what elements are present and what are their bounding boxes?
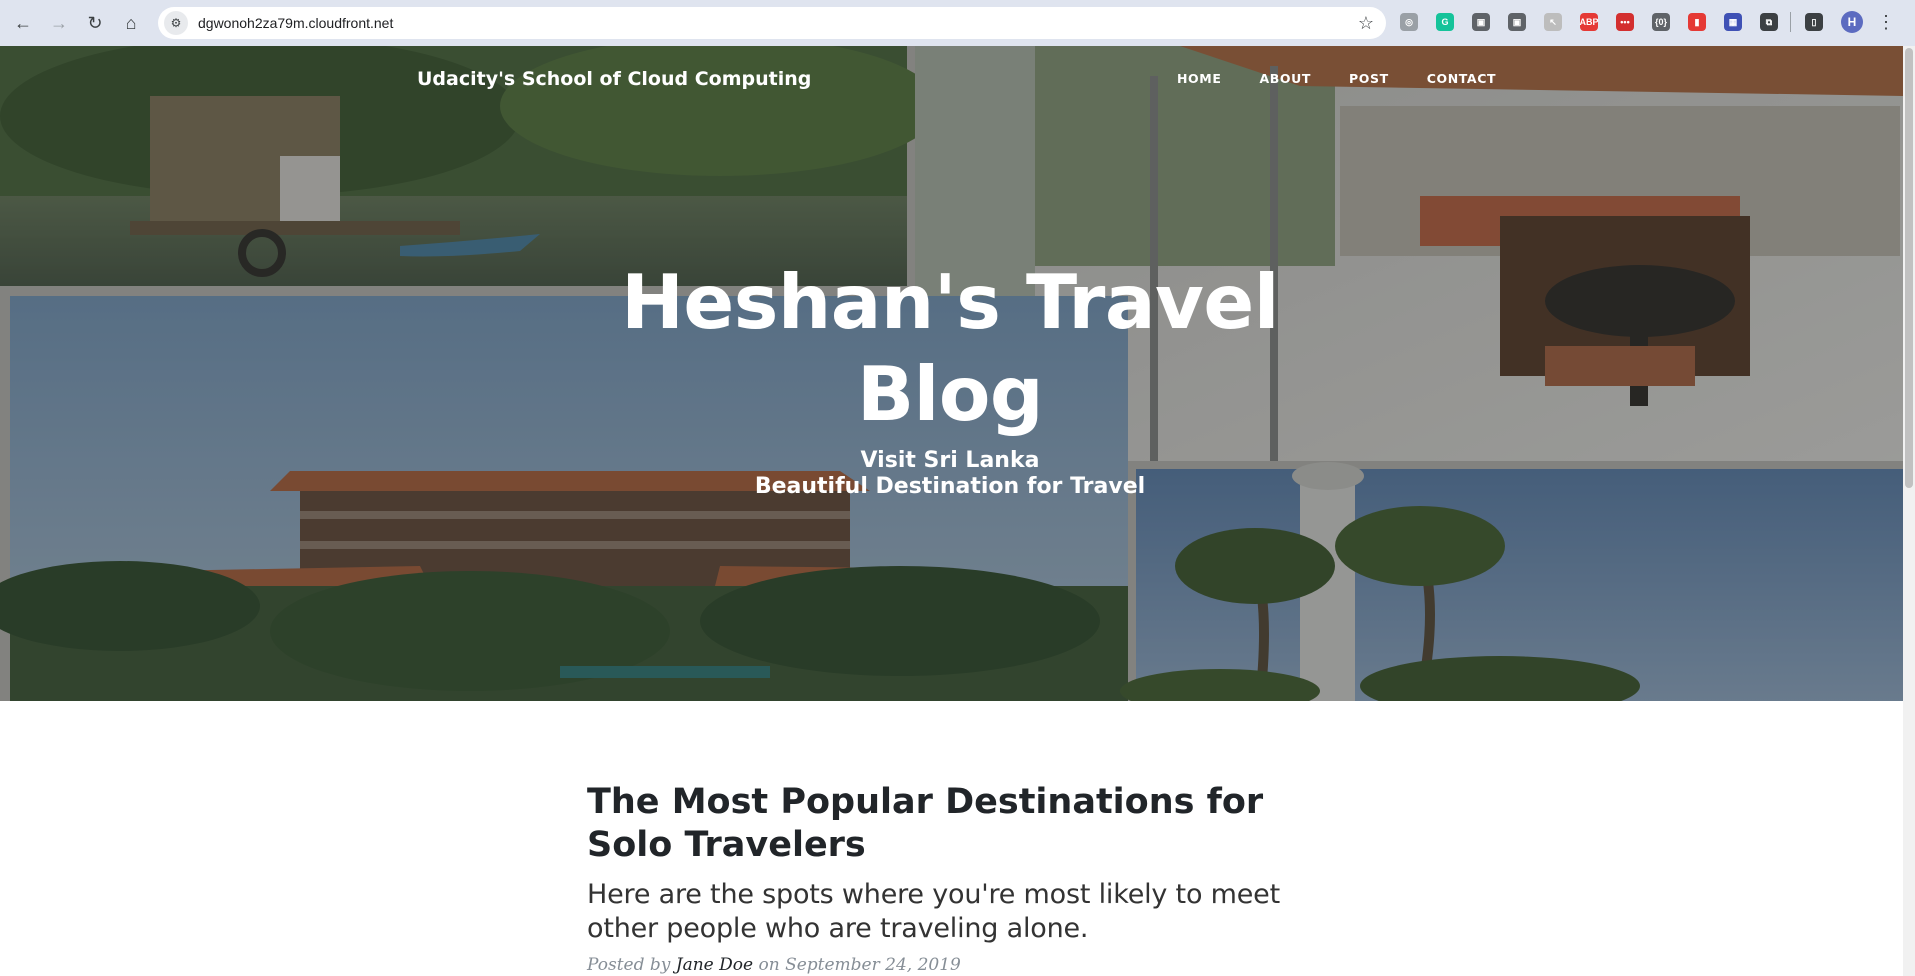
extensions-tray: ◎ G ▣ ▣ ↖ ABP ••• {0} ▮ ▦ ⧉ ▯ H ⋮	[1400, 11, 1895, 33]
extension-icon[interactable]: ◎	[1400, 13, 1418, 31]
forward-icon[interactable]: →	[42, 6, 76, 40]
page-viewport: Udacity's School of Cloud Computing HOME…	[0, 46, 1903, 976]
page-scrollbar[interactable]	[1903, 46, 1915, 976]
grammarly-extension-icon[interactable]: G	[1436, 13, 1454, 31]
nav-about-link[interactable]: ABOUT	[1259, 71, 1311, 86]
brand-link[interactable]: Udacity's School of Cloud Computing	[417, 68, 811, 90]
hero-subheading-line1: Visit Sri Lanka	[860, 448, 1040, 473]
back-icon[interactable]: ←	[6, 6, 40, 40]
nav-post-link[interactable]: POST	[1349, 71, 1389, 86]
extension-icon[interactable]: ▦	[1724, 13, 1742, 31]
adblock-extension-icon[interactable]: ABP	[1580, 13, 1599, 31]
home-icon[interactable]: ⌂	[114, 6, 148, 40]
hero-title: Heshan's Travel Blog	[621, 258, 1279, 438]
post-meta-on: on	[758, 955, 780, 975]
post-subtitle[interactable]: Here are the spots where you're most lik…	[587, 878, 1347, 946]
hero-subheading-line2: Beautiful Destination for Travel	[754, 474, 1146, 499]
post-meta-prefix: Posted by	[587, 955, 671, 975]
main-navbar: Udacity's School of Cloud Computing HOME…	[0, 46, 1903, 110]
toolbar-separator	[1790, 12, 1791, 32]
extension-icon[interactable]: ▣	[1472, 13, 1490, 31]
post-author-link[interactable]: Jane Doe	[676, 955, 753, 975]
browser-toolbar: ← → ↻ ⌂ ⚙ dgwonoh2za79m.cloudfront.net ☆…	[0, 0, 1915, 46]
post-title[interactable]: The Most Popular Destinations for Solo T…	[587, 781, 1347, 867]
side-panel-icon[interactable]: ▯	[1805, 13, 1823, 31]
reload-icon[interactable]: ↻	[78, 6, 112, 40]
nav-home-link[interactable]: HOME	[1177, 71, 1221, 86]
extension-icon[interactable]: ▮	[1688, 13, 1706, 31]
post-link[interactable]: The Most Popular Destinations for Solo T…	[587, 781, 1347, 946]
nav-links: HOME ABOUT POST CONTACT	[1177, 71, 1534, 86]
bookmark-star-icon[interactable]: ☆	[1358, 13, 1374, 34]
masthead: Udacity's School of Cloud Computing HOME…	[0, 46, 1903, 701]
extension-icon[interactable]: •••	[1616, 13, 1634, 31]
extension-icon[interactable]: ▣	[1508, 13, 1526, 31]
profile-avatar[interactable]: H	[1841, 11, 1863, 33]
post-meta: Posted by Jane Doe on September 24, 2019	[587, 955, 1347, 975]
extensions-puzzle-icon[interactable]: ⧉	[1760, 13, 1778, 31]
extension-icon[interactable]: {0}	[1652, 13, 1670, 31]
browser-menu-icon[interactable]: ⋮	[1877, 12, 1895, 33]
extension-icon[interactable]: ↖	[1544, 13, 1562, 31]
hero-subheading: Visit Sri Lanka Beautiful Destination fo…	[560, 448, 1340, 500]
post-preview: The Most Popular Destinations for Solo T…	[587, 781, 1347, 975]
scrollbar-thumb[interactable]	[1905, 48, 1913, 488]
nav-contact-link[interactable]: CONTACT	[1427, 71, 1496, 86]
url-text[interactable]: dgwonoh2za79m.cloudfront.net	[198, 15, 393, 31]
post-date: September 24, 2019	[785, 955, 961, 975]
site-info-icon[interactable]: ⚙	[164, 11, 188, 35]
address-bar[interactable]: ⚙ dgwonoh2za79m.cloudfront.net ☆	[158, 7, 1386, 39]
